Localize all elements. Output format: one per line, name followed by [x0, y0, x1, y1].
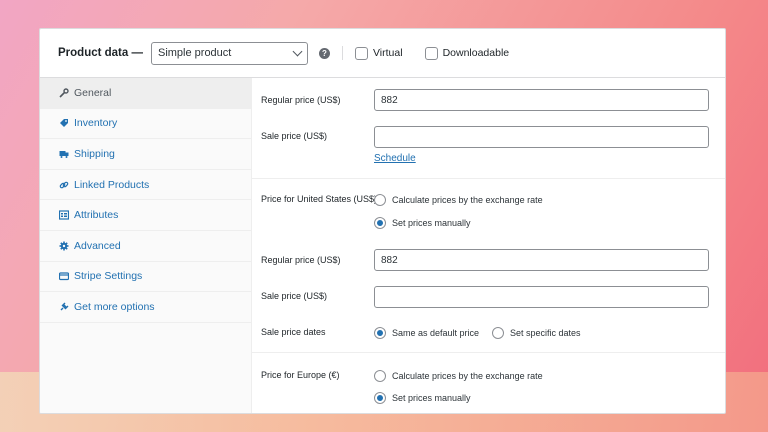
wrench-icon — [59, 88, 69, 98]
tab-label: Stripe Settings — [74, 270, 143, 283]
virtual-checkbox-wrap[interactable]: Virtual — [354, 46, 403, 60]
sale-dates-specific-radio[interactable] — [492, 327, 504, 339]
downloadable-checkbox-wrap[interactable]: Downloadable — [424, 46, 510, 60]
sale-price-input[interactable] — [374, 126, 709, 148]
regular-price-label: Regular price (US$) — [261, 95, 341, 105]
us-exchange-option[interactable]: Calculate prices by the exchange rate — [374, 194, 543, 206]
us-sale-price-label: Sale price (US$) — [261, 291, 328, 301]
us-manual-label: Set prices manually — [392, 218, 471, 228]
general-panel: Regular price (US$) 882 Sale price (US$)… — [252, 78, 725, 413]
sale-dates-specific-option[interactable]: Set specific dates — [492, 327, 581, 339]
eu-manual-radio[interactable] — [374, 392, 386, 404]
us-exchange-label: Calculate prices by the exchange rate — [392, 195, 543, 205]
sale-price-label: Sale price (US$) — [261, 131, 328, 141]
tab-stripe-settings[interactable]: Stripe Settings — [40, 262, 251, 293]
plugin-icon — [59, 302, 69, 312]
tab-label: General — [74, 86, 112, 99]
tab-shipping[interactable]: Shipping — [40, 139, 251, 170]
chevron-down-icon — [292, 46, 303, 57]
us-regular-price-label: Regular price (US$) — [261, 255, 341, 265]
truck-icon — [59, 149, 69, 159]
product-data-header: Product data — Simple product ? Virtual … — [40, 29, 725, 78]
sale-dates-specific-label: Set specific dates — [510, 328, 581, 338]
tab-advanced[interactable]: Advanced — [40, 231, 251, 262]
eu-pricing-label: Price for Europe (€) — [261, 370, 340, 380]
tag-icon — [59, 118, 69, 128]
gear-icon — [59, 241, 69, 251]
section-divider — [252, 352, 725, 353]
sale-dates-same-radio[interactable] — [374, 327, 386, 339]
us-manual-option[interactable]: Set prices manually — [374, 217, 471, 229]
tab-inventory[interactable]: Inventory — [40, 109, 251, 140]
regular-price-input[interactable]: 882 — [374, 89, 709, 111]
tab-linked-products[interactable]: Linked Products — [40, 170, 251, 201]
us-sale-price-input[interactable] — [374, 286, 709, 308]
eu-exchange-radio[interactable] — [374, 370, 386, 382]
tab-label: Advanced — [74, 239, 121, 252]
product-data-tabs: General Inventory Shipping Linked Produc… — [40, 78, 252, 413]
eu-manual-label: Set prices manually — [392, 393, 471, 403]
tab-attributes[interactable]: Attributes — [40, 200, 251, 231]
list-icon — [59, 210, 69, 220]
downloadable-checkbox[interactable] — [424, 46, 438, 60]
us-manual-radio[interactable] — [374, 217, 386, 229]
link-icon — [59, 180, 69, 190]
tab-get-more-options[interactable]: Get more options — [40, 292, 251, 323]
card-icon — [59, 271, 69, 281]
eu-exchange-label: Calculate prices by the exchange rate — [392, 371, 543, 381]
virtual-label: Virtual — [372, 47, 403, 59]
tab-label: Get more options — [74, 300, 155, 313]
section-divider — [252, 178, 725, 179]
product-type-select[interactable]: Simple product — [150, 41, 308, 65]
product-type-value: Simple product — [157, 47, 232, 59]
product-data-panel: Product data — Simple product ? Virtual … — [39, 28, 726, 414]
sale-dates-label: Sale price dates — [261, 327, 326, 337]
tab-label: Shipping — [74, 147, 115, 160]
help-icon[interactable]: ? — [318, 47, 330, 59]
product-data-title: Product data — — [58, 47, 143, 59]
us-pricing-label: Price for United States (US$) — [261, 194, 378, 204]
virtual-checkbox[interactable] — [354, 46, 368, 60]
sale-dates-same-label: Same as default price — [392, 328, 480, 338]
sale-dates-same-option[interactable]: Same as default price — [374, 327, 479, 339]
eu-exchange-option[interactable]: Calculate prices by the exchange rate — [374, 370, 543, 382]
tab-label: Attributes — [74, 209, 119, 222]
us-regular-price-input[interactable]: 882 — [374, 249, 709, 271]
us-exchange-radio[interactable] — [374, 194, 386, 206]
tab-label: Linked Products — [74, 178, 150, 191]
eu-manual-option[interactable]: Set prices manually — [374, 392, 471, 404]
header-divider — [341, 46, 343, 60]
downloadable-label: Downloadable — [442, 47, 510, 59]
tab-label: Inventory — [74, 117, 118, 130]
tab-general[interactable]: General — [40, 78, 251, 109]
schedule-link[interactable]: Schedule — [374, 153, 416, 164]
